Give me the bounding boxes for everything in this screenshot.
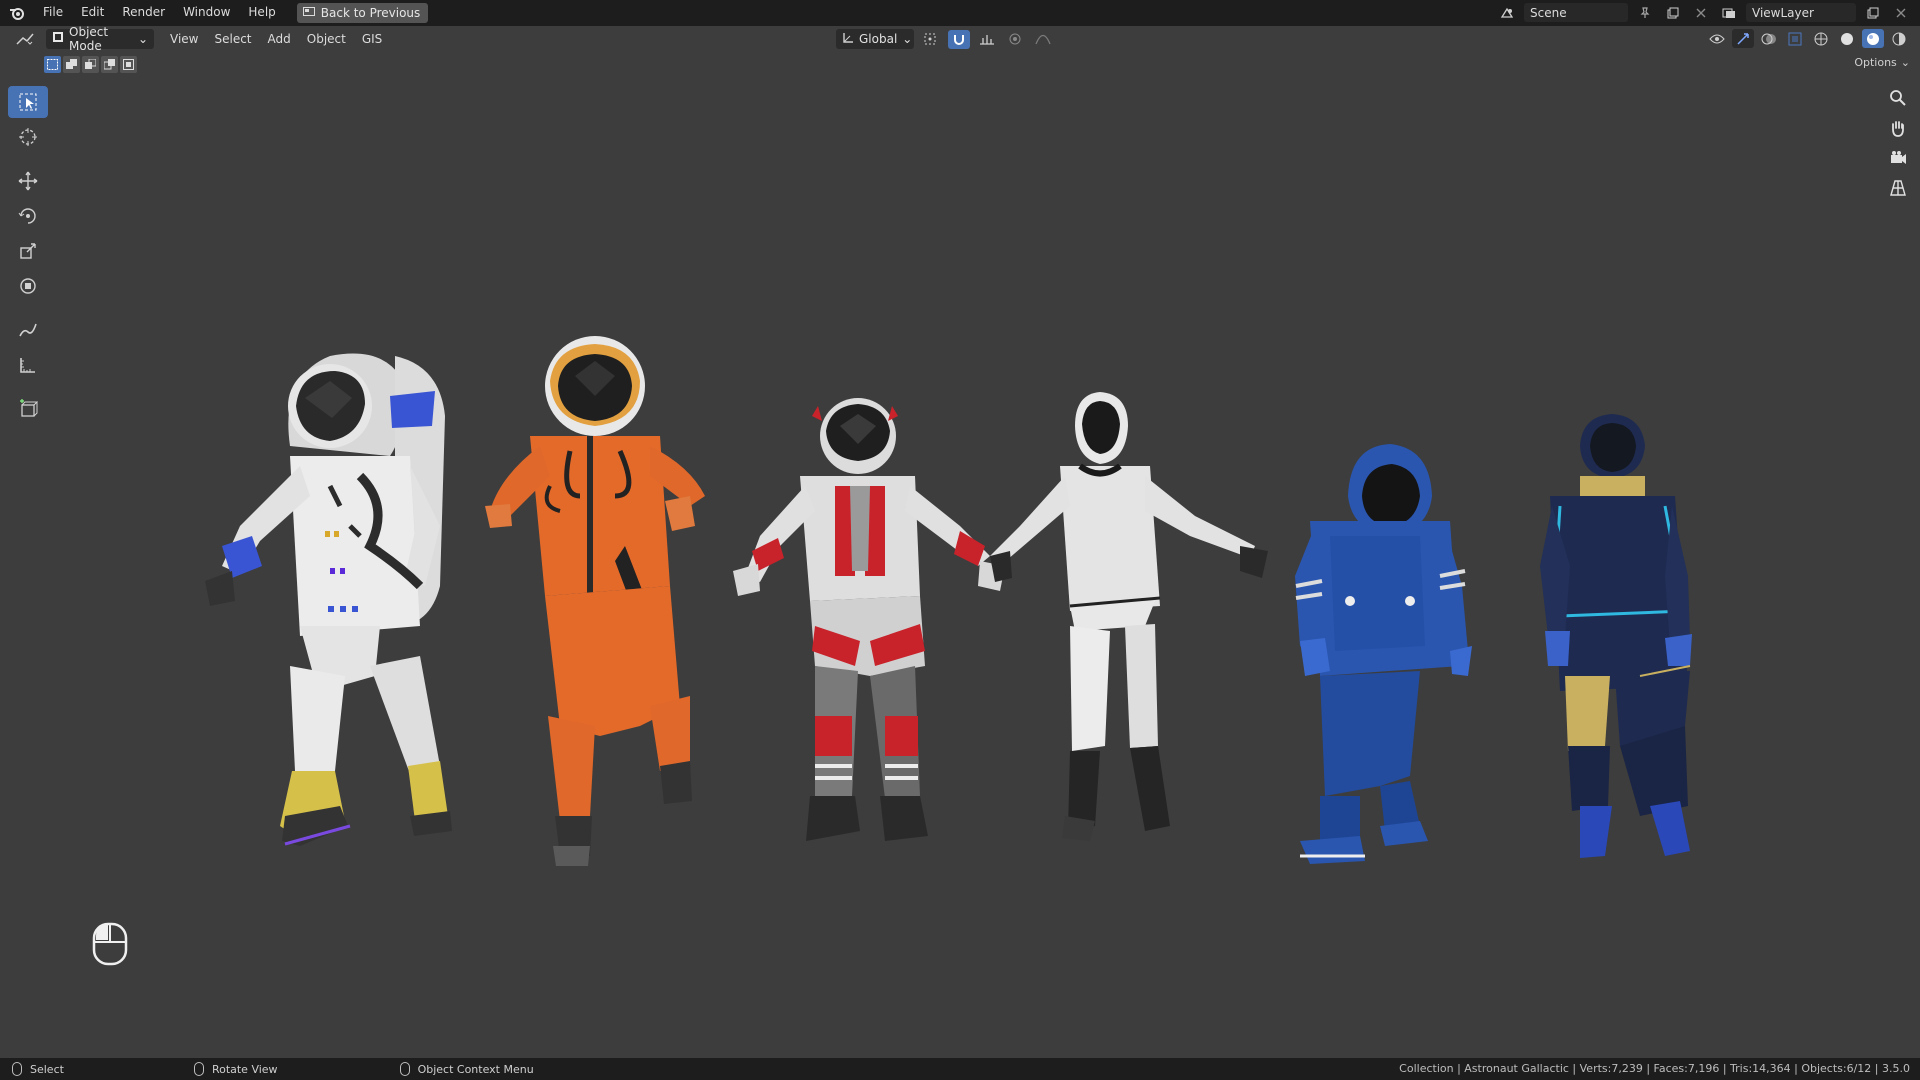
status-select-label: Select — [30, 1062, 64, 1076]
astronaut-red-white[interactable] — [733, 398, 1005, 841]
right-mouse-icon — [399, 1062, 410, 1076]
status-select: Select — [12, 1062, 64, 1076]
astronaut-white-slim[interactable] — [990, 392, 1268, 841]
menu-edit[interactable]: Edit — [72, 0, 113, 25]
mouse-button-hint-icon — [92, 922, 128, 970]
astronaut-blue[interactable] — [1295, 444, 1472, 864]
screen-icon — [302, 6, 315, 20]
view-layer-browse-icon[interactable] — [1718, 3, 1740, 22]
close-view-layer-icon[interactable] — [1890, 3, 1912, 22]
3d-viewport[interactable]: Object Mode ⌄ View Select Add Object GIS… — [0, 25, 1920, 1058]
workspace-selectors: Scene ViewLayer — [1496, 0, 1912, 25]
astronaut-navy[interactable] — [1540, 414, 1692, 858]
left-mouse-icon — [12, 1062, 22, 1076]
menu-file[interactable]: File — [34, 0, 72, 25]
astronaut-scene[interactable] — [0, 26, 1920, 1058]
back-button-label: Back to Previous — [320, 5, 421, 20]
pin-icon[interactable] — [1634, 3, 1656, 22]
status-context: Object Context Menu — [399, 1062, 534, 1076]
new-scene-icon[interactable] — [1662, 3, 1684, 22]
status-rotate-label: Rotate View — [211, 1062, 278, 1076]
scene-name: Scene — [1530, 5, 1567, 20]
menu-window[interactable]: Window — [174, 0, 239, 25]
top-bar: File Edit Render Window Help Back to Pre… — [0, 0, 1920, 25]
status-bar: Select Rotate View Object Context Menu C… — [0, 1058, 1920, 1080]
menu-render[interactable]: Render — [113, 0, 174, 25]
view-layer-field[interactable]: ViewLayer — [1746, 3, 1856, 22]
new-view-layer-icon[interactable] — [1862, 3, 1884, 22]
scene-browse-icon[interactable] — [1496, 3, 1518, 22]
back-to-previous-button[interactable]: Back to Previous — [296, 2, 429, 23]
status-rotate: Rotate View — [193, 1062, 278, 1076]
view-layer-name: ViewLayer — [1752, 5, 1814, 20]
astronaut-orange[interactable] — [485, 336, 705, 866]
menu-help[interactable]: Help — [239, 0, 284, 25]
middle-mouse-icon — [193, 1062, 204, 1076]
scene-statistics: Collection | Astronaut Gallactic | Verts… — [1399, 1062, 1910, 1075]
status-context-label: Object Context Menu — [417, 1062, 534, 1076]
astronaut-white-classic[interactable] — [205, 353, 452, 847]
blender-logo-icon[interactable] — [0, 0, 34, 25]
close-scene-icon[interactable] — [1690, 3, 1712, 22]
scene-name-field[interactable]: Scene — [1524, 3, 1628, 22]
